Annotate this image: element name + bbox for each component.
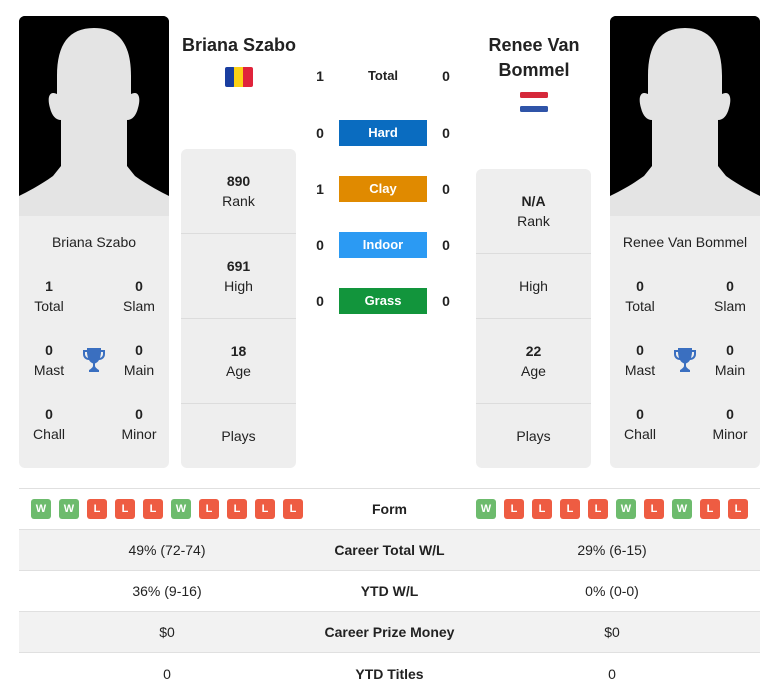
form-row: WWLLLWLLLL Form WLLLLWLWLL	[19, 489, 760, 530]
form-result-badge[interactable]: W	[59, 499, 79, 519]
player1-form: WWLLLWLLLL	[19, 499, 315, 519]
form-result-badge[interactable]: L	[199, 499, 219, 519]
ytd-wl-row: 36% (9-16) YTD W/L 0% (0-0)	[19, 571, 760, 612]
player1-rank: 890 Rank	[181, 149, 296, 234]
player2-high: High	[476, 254, 591, 319]
player-silhouette-icon	[610, 16, 760, 216]
comparison-table: WWLLLWLLLL Form WLLLLWLWLL 49% (72-74) C…	[19, 488, 760, 694]
player1-titles-chall: 0 Chall	[33, 406, 65, 442]
player2-prize-money: $0	[604, 624, 620, 640]
form-result-badge[interactable]: L	[532, 499, 552, 519]
form-result-badge[interactable]: L	[644, 499, 664, 519]
player1-stats-panel: 890 Rank 691 High 18 Age Plays	[181, 149, 296, 468]
career-wl-label: Career Total W/L	[334, 542, 445, 558]
player2-titles-minor: 0 Minor	[712, 406, 748, 442]
player1-titles-main: 0 Main	[123, 342, 155, 378]
player1-titles-slam: 0 Slam	[123, 278, 155, 314]
player1-name-link[interactable]: Briana Szabo	[174, 33, 304, 58]
form-result-badge[interactable]: L	[283, 499, 303, 519]
player1-age: 18 Age	[181, 319, 296, 404]
form-result-badge[interactable]: L	[588, 499, 608, 519]
ytd-titles-row: 0 YTD Titles 0	[19, 653, 760, 694]
player2-ytd-titles: 0	[608, 665, 616, 682]
player1-ytd-wl: 36% (9-16)	[132, 583, 202, 599]
player2-ytd-wl: 0% (0-0)	[585, 583, 639, 599]
player1-titles-minor: 0 Minor	[121, 406, 157, 442]
player2-titles-chall: 0 Chall	[624, 406, 656, 442]
romania-flag-icon	[225, 67, 253, 87]
form-result-badge[interactable]: W	[31, 499, 51, 519]
player2-card-name: Renee Van Bommel	[622, 234, 748, 250]
player1-card: Briana Szabo 1 Total 0 Slam 0 Mast 0 Mai…	[19, 216, 169, 468]
player1-titles-total: 1 Total	[34, 278, 64, 314]
player1-plays: Plays	[221, 428, 256, 444]
surface-badge-indoor: Indoor	[339, 232, 427, 258]
h2h-row-indoor: 0 Indoor 0	[305, 232, 465, 258]
h2h-row-grass: 0 Grass 0	[305, 288, 465, 314]
player2-name-link[interactable]: Renee Van Bommel	[469, 33, 599, 83]
player2-rank: N/A Rank	[476, 169, 591, 254]
form-result-badge[interactable]: L	[143, 499, 163, 519]
player-silhouette-icon	[19, 16, 169, 216]
player2-photo	[610, 16, 760, 216]
h2h-row-total: 1 Total 0	[305, 63, 465, 89]
h2h-row-clay: 1 Clay 0	[305, 176, 465, 202]
trophy-icon	[83, 348, 105, 372]
form-result-badge[interactable]: W	[476, 499, 496, 519]
prize-money-row: $0 Career Prize Money $0	[19, 612, 760, 653]
form-result-badge[interactable]: L	[504, 499, 524, 519]
player2-age: 22 Age	[476, 319, 591, 404]
form-result-badge[interactable]: L	[728, 499, 748, 519]
form-result-badge[interactable]: W	[616, 499, 636, 519]
player2-titles-total: 0 Total	[625, 278, 655, 314]
player2-stats-panel: N/A Rank High 22 Age Plays	[476, 169, 591, 468]
form-result-badge[interactable]: L	[227, 499, 247, 519]
player1-titles-mast: 0 Mast	[33, 342, 65, 378]
player1-prize-money: $0	[159, 624, 175, 640]
ytd-wl-label: YTD W/L	[360, 583, 419, 599]
player2-titles-slam: 0 Slam	[714, 278, 746, 314]
player2-card: Renee Van Bommel 0 Total 0 Slam 0 Mast 0…	[610, 216, 760, 468]
form-result-badge[interactable]: L	[115, 499, 135, 519]
player1-ytd-titles: 0	[163, 665, 171, 682]
surface-badge-clay: Clay	[339, 176, 427, 202]
surface-badge-grass: Grass	[339, 288, 427, 314]
form-result-badge[interactable]: L	[560, 499, 580, 519]
form-label: Form	[372, 501, 407, 517]
career-wl-row: 49% (72-74) Career Total W/L 29% (6-15)	[19, 530, 760, 571]
player2-titles-main: 0 Main	[714, 342, 746, 378]
h2h-label-total: Total	[367, 68, 399, 83]
player1-card-name: Briana Szabo	[51, 234, 137, 250]
player2-career-wl: 29% (6-15)	[577, 542, 647, 558]
player2-form: WLLLLWLWLL	[464, 499, 760, 519]
ytd-titles-label: YTD Titles	[355, 665, 424, 682]
surface-badge-hard: Hard	[339, 120, 427, 146]
form-result-badge[interactable]: W	[171, 499, 191, 519]
form-result-badge[interactable]: L	[700, 499, 720, 519]
player2-titles-mast: 0 Mast	[624, 342, 656, 378]
netherlands-flag-icon	[520, 92, 548, 112]
player1-high: 691 High	[181, 234, 296, 319]
form-result-badge[interactable]: W	[672, 499, 692, 519]
player1-career-wl: 49% (72-74)	[128, 542, 206, 558]
trophy-icon	[674, 348, 696, 372]
form-result-badge[interactable]: L	[255, 499, 275, 519]
h2h-row-hard: 0 Hard 0	[305, 120, 465, 146]
form-result-badge[interactable]: L	[87, 499, 107, 519]
prize-money-label: Career Prize Money	[324, 624, 455, 640]
player1-photo	[19, 16, 169, 216]
player2-plays: Plays	[516, 428, 551, 444]
